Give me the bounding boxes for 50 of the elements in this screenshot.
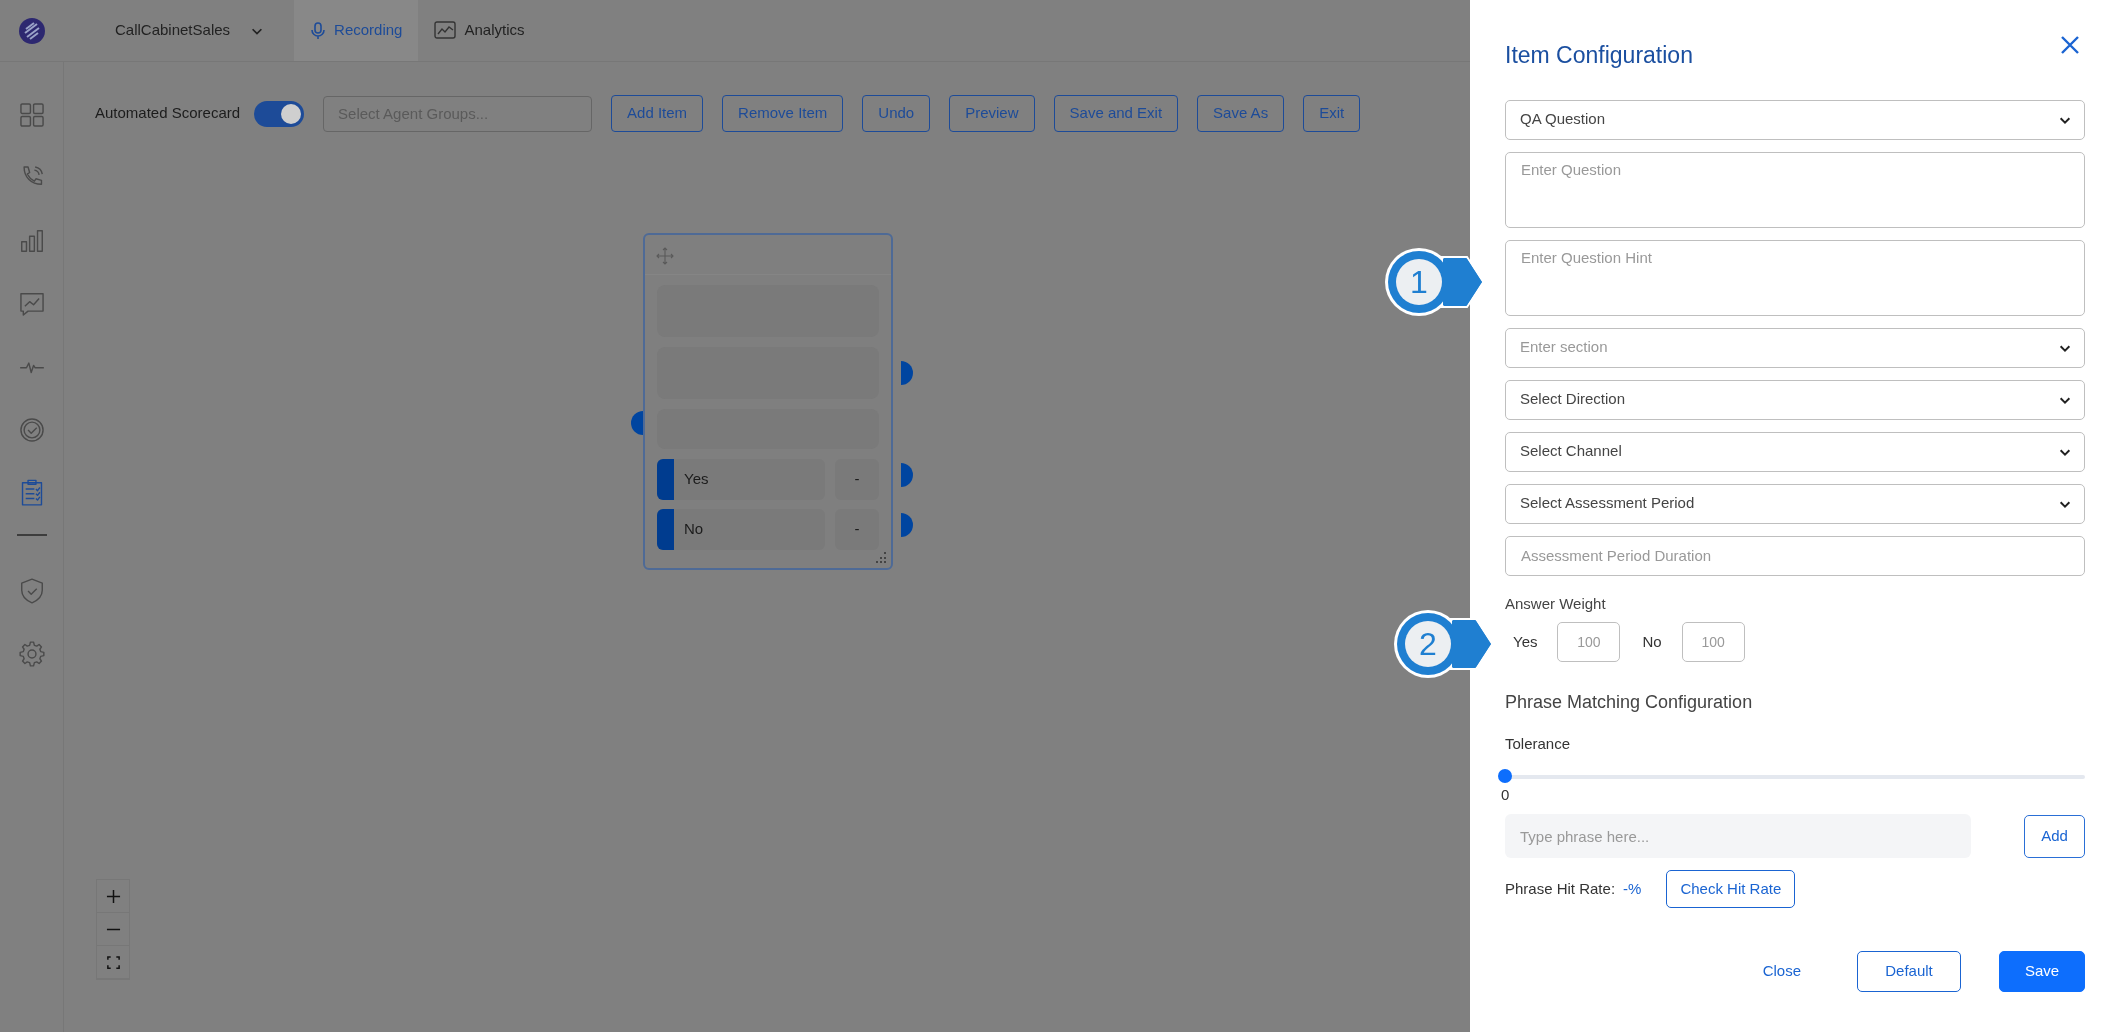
weight-field[interactable]: 100 [1557, 622, 1621, 663]
text-area[interactable]: Enter Question [1505, 151, 2085, 228]
resize-grip-icon[interactable] [875, 552, 887, 564]
toolbar-button[interactable]: Add Item [611, 95, 704, 132]
check-hit-rate-button[interactable]: Check Hit Rate [1666, 870, 1796, 909]
input-field[interactable]: Assessment Period Duration [1505, 535, 2085, 576]
nav-tab[interactable]: Recording [294, 0, 419, 61]
answer-option: No [657, 509, 825, 550]
toolbar-button[interactable]: Save and Exit [1053, 95, 1179, 132]
phrase-field[interactable]: Type phrase here... [1505, 814, 1971, 859]
slider-thumb[interactable] [1498, 768, 1512, 783]
toolbar-button[interactable]: Undo [862, 95, 931, 132]
toolbar-button[interactable]: Exit [1303, 95, 1361, 132]
hit-rate-label: Phrase Hit Rate: [1505, 878, 1616, 899]
default-button[interactable]: Default [1857, 951, 1961, 993]
toolbar-button[interactable]: Save As [1197, 95, 1285, 132]
nav-tab[interactable]: Analytics [418, 0, 541, 61]
select-field[interactable]: QA Question [1505, 99, 2085, 140]
toggle-label: Automated Scorecard [95, 103, 241, 124]
toolbar-button[interactable]: Preview [949, 95, 1035, 132]
microphone-icon[interactable] [310, 21, 327, 40]
toolbar-button[interactable]: Remove Item [722, 95, 844, 132]
panel-title: Item Configuration [1505, 42, 1693, 70]
answer-weight: - [835, 509, 879, 550]
settings-icon [16, 639, 47, 669]
save-button[interactable]: Save [1999, 951, 2085, 993]
corners-icon[interactable] [105, 954, 121, 970]
add-button[interactable]: Add [2024, 814, 2085, 858]
close-link[interactable]: Close [1748, 951, 1815, 993]
toggle-switch[interactable] [254, 100, 305, 127]
workspace-dropdown[interactable]: CallCabinetSales [64, 0, 295, 61]
select-field[interactable]: Select Assessment Period [1505, 483, 2085, 524]
weight-label: Yes [1513, 631, 1538, 652]
weight-field[interactable]: 100 [1681, 622, 1745, 663]
weight-label: No [1642, 631, 1662, 652]
select-field[interactable]: Select Channel [1505, 431, 2085, 472]
hit-rate-value: -% [1623, 878, 1642, 899]
slider-value: 0 [1501, 785, 1510, 803]
answer-option: Yes [657, 459, 825, 500]
section-heading: Phrase Matching Configuration [1505, 691, 1754, 715]
answer-weight: - [835, 459, 879, 500]
plus-icon[interactable] [105, 888, 121, 904]
text-area[interactable]: Enter Question Hint [1505, 239, 2085, 316]
select-field[interactable]: Enter section [1505, 327, 2085, 368]
move-icon[interactable] [655, 245, 675, 266]
select-field[interactable]: Select Direction [1505, 379, 2085, 420]
field-label: Answer Weight [1505, 593, 1607, 614]
line-chart-icon[interactable] [434, 20, 457, 41]
field-label: Tolerance [1505, 734, 1572, 755]
logo-icon [18, 16, 46, 45]
